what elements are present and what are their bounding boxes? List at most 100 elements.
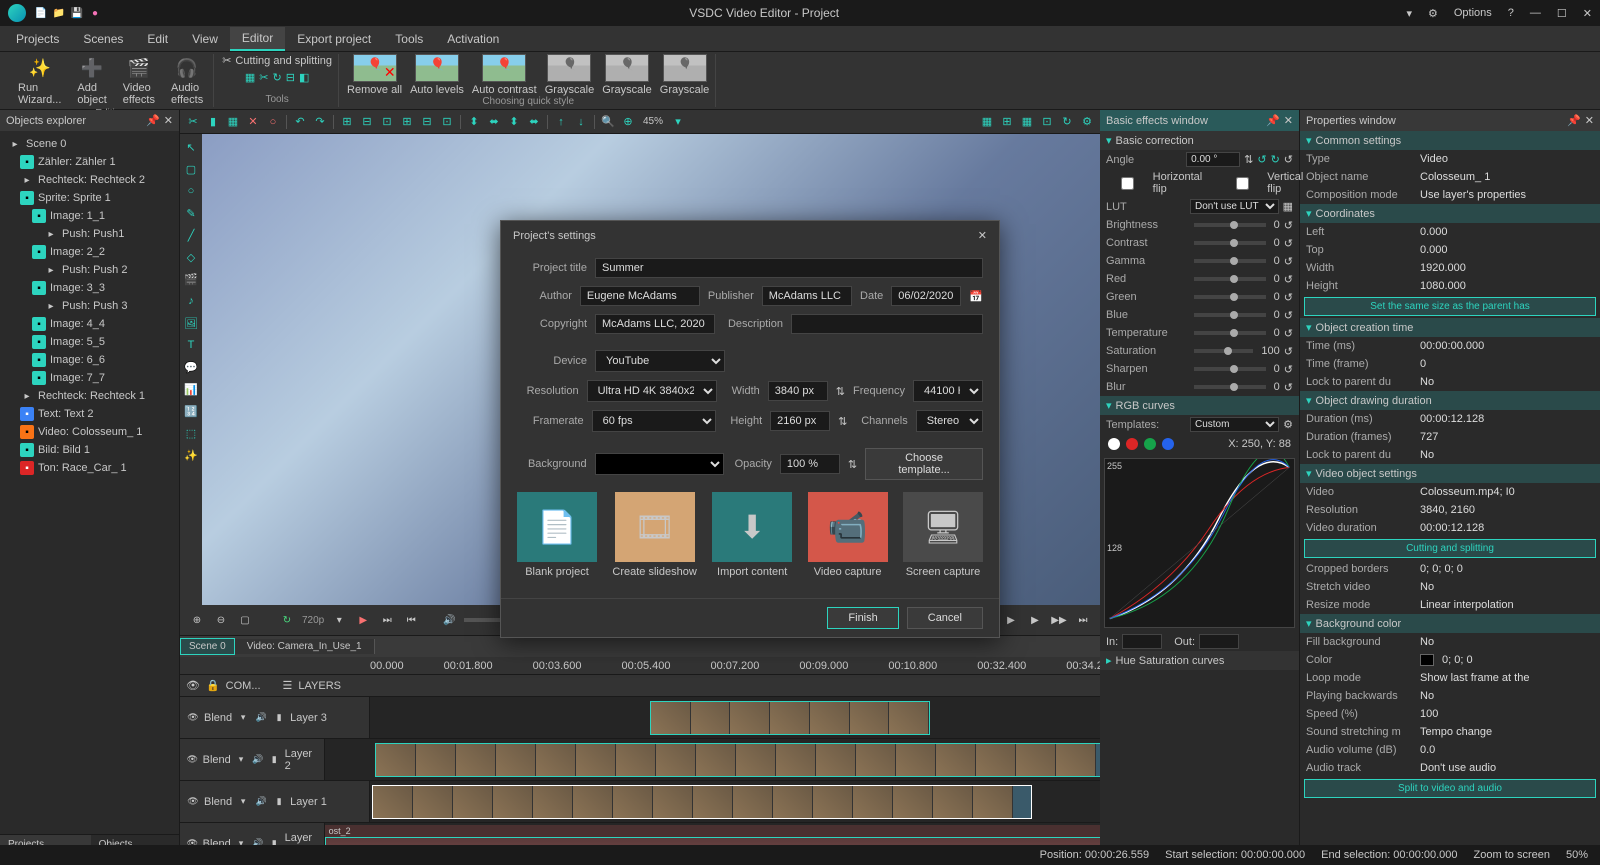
- height-input[interactable]: [770, 411, 830, 431]
- dialog-close-icon[interactable]: ✕: [978, 229, 987, 242]
- align-icon[interactable]: ⊞: [398, 113, 416, 131]
- date-input[interactable]: [891, 286, 961, 306]
- tree-item[interactable]: ▪Zähler: Zähler 1: [4, 153, 175, 171]
- eye-icon[interactable]: 👁: [186, 712, 200, 723]
- cursor-icon[interactable]: ↖: [182, 138, 200, 156]
- menu-tools[interactable]: Tools: [383, 28, 435, 50]
- chevron-down-icon[interactable]: ▾: [330, 611, 348, 629]
- contrast-slider[interactable]: [1194, 241, 1266, 245]
- reset-icon[interactable]: ↺: [1284, 273, 1293, 286]
- framerate-select[interactable]: 60 fps: [592, 410, 716, 432]
- timeline-track[interactable]: 👁Blend▾🔊▮Layer 1: [180, 781, 1100, 823]
- rect-icon[interactable]: ▢: [182, 160, 200, 178]
- video-icon[interactable]: 🎬: [182, 270, 200, 288]
- menu-export[interactable]: Export project: [285, 28, 383, 50]
- prop-value[interactable]: 1920.000: [1420, 262, 1466, 274]
- track-icon[interactable]: 🔊: [254, 712, 268, 723]
- gear-icon[interactable]: ⚙: [1078, 113, 1096, 131]
- menu-view[interactable]: View: [180, 28, 230, 50]
- description-input[interactable]: [791, 314, 983, 334]
- play-icon[interactable]: ▶: [354, 611, 372, 629]
- red-slider[interactable]: [1194, 277, 1266, 281]
- timeline[interactable]: 00.00000:01.80000:03.60000:05.40000:07.2…: [180, 657, 1100, 865]
- circle-icon[interactable]: ○: [264, 113, 282, 131]
- track-icon[interactable]: ▮: [268, 754, 281, 765]
- settings-icon[interactable]: ⚙: [1283, 418, 1293, 431]
- prop-value[interactable]: No: [1420, 376, 1434, 388]
- play2-icon[interactable]: ▶: [1002, 611, 1020, 629]
- rotate-icon[interactable]: ↻: [1058, 113, 1076, 131]
- tree-item[interactable]: ▪Sprite: Sprite 1: [4, 189, 175, 207]
- animation-icon[interactable]: ✨: [182, 446, 200, 464]
- align-icon[interactable]: ⊟: [418, 113, 436, 131]
- reset-icon[interactable]: ↺: [1284, 237, 1293, 250]
- tree-item[interactable]: ▸Scene 0: [4, 135, 175, 153]
- tool-icon[interactable]: ⊟: [286, 71, 295, 84]
- cut-icon[interactable]: ✂: [184, 113, 202, 131]
- pin-icon[interactable]: 📌: [1567, 114, 1581, 127]
- bgcolor-header[interactable]: ▾ Background color: [1300, 614, 1600, 633]
- tree-item[interactable]: ▸Push: Push 3: [4, 297, 175, 315]
- distribute-icon[interactable]: ⬌: [525, 113, 543, 131]
- tree-item[interactable]: ▪Image: 4_4: [4, 315, 175, 333]
- refresh-icon[interactable]: ↻: [278, 611, 296, 629]
- close-icon[interactable]: ✕: [244, 113, 262, 131]
- copyright-input[interactable]: [595, 314, 715, 334]
- calendar-icon[interactable]: 📅: [969, 290, 983, 303]
- down-arrow-icon[interactable]: ▾: [1406, 7, 1412, 20]
- style-remove-all[interactable]: ✕Remove all: [347, 54, 402, 96]
- reset-icon[interactable]: ↺: [1284, 309, 1293, 322]
- tree-item[interactable]: ▪Text: Text 2: [4, 405, 175, 423]
- template-slideshow[interactable]: 🎞Create slideshow: [612, 492, 696, 578]
- close-panel-icon[interactable]: ✕: [164, 114, 173, 127]
- color-white[interactable]: [1108, 438, 1120, 450]
- track-icon[interactable]: 🔊: [254, 796, 268, 807]
- next-icon[interactable]: ⏭: [1074, 611, 1092, 629]
- lock-icon[interactable]: 🔒: [206, 679, 220, 692]
- tree-item[interactable]: ▪Video: Colosseum_ 1: [4, 423, 175, 441]
- coordinates-header[interactable]: ▾ Coordinates: [1300, 204, 1600, 223]
- prop-value[interactable]: 0.000: [1420, 226, 1448, 238]
- reset-icon[interactable]: ↺: [1284, 255, 1293, 268]
- track-icon[interactable]: ▮: [272, 796, 286, 807]
- sharpen-slider[interactable]: [1194, 367, 1266, 371]
- vflip-checkbox[interactable]: Vertical flip: [1222, 171, 1312, 195]
- tree-item[interactable]: ▸Rechteck: Rechteck 2: [4, 171, 175, 189]
- width-input[interactable]: [768, 381, 828, 401]
- add-object-button[interactable]: ➕Add object: [73, 54, 110, 108]
- resolution-label[interactable]: 720p: [302, 615, 324, 626]
- sprite-icon[interactable]: ⬚: [182, 424, 200, 442]
- publisher-input[interactable]: [762, 286, 852, 306]
- temperature-slider[interactable]: [1194, 331, 1266, 335]
- color-green[interactable]: [1144, 438, 1156, 450]
- prop-value[interactable]: Tempo change: [1420, 726, 1492, 738]
- track-icon[interactable]: 🔊: [251, 754, 264, 765]
- blend-mode[interactable]: Blend: [204, 796, 232, 808]
- shape-icon[interactable]: ◇: [182, 248, 200, 266]
- style-grayscale[interactable]: Grayscale: [545, 54, 595, 96]
- tree-item[interactable]: ▸Rechteck: Rechteck 1: [4, 387, 175, 405]
- style-auto-levels[interactable]: Auto levels: [410, 54, 464, 96]
- style-auto-contrast[interactable]: Auto contrast: [472, 54, 537, 96]
- blue-slider[interactable]: [1194, 313, 1266, 317]
- prop-value[interactable]: Don't use audio: [1420, 762, 1496, 774]
- choose-template-button[interactable]: Choose template...: [865, 448, 983, 480]
- qa-icon[interactable]: 📄: [34, 6, 48, 20]
- project-title-input[interactable]: [595, 258, 983, 278]
- same-size-button[interactable]: Set the same size as the parent has: [1304, 297, 1596, 316]
- color-red[interactable]: [1126, 438, 1138, 450]
- saturation-slider[interactable]: [1194, 349, 1253, 353]
- spinner-icon[interactable]: ⇅: [836, 385, 845, 398]
- distribute-icon[interactable]: ⬍: [465, 113, 483, 131]
- maximize-icon[interactable]: ☐: [1557, 7, 1567, 20]
- prop-value[interactable]: 0; 0; 0: [1442, 654, 1473, 666]
- gear-icon[interactable]: ⚙: [1428, 7, 1438, 20]
- chart-icon[interactable]: 📊: [182, 380, 200, 398]
- line-icon[interactable]: ╱: [182, 226, 200, 244]
- tool-icon[interactable]: ▮: [204, 113, 222, 131]
- angle-input[interactable]: [1186, 152, 1240, 167]
- qa-icon[interactable]: 📁: [52, 6, 66, 20]
- prop-value[interactable]: No: [1420, 690, 1434, 702]
- close-panel-icon[interactable]: ✕: [1585, 114, 1594, 127]
- reset-icon[interactable]: ↺: [1284, 153, 1293, 166]
